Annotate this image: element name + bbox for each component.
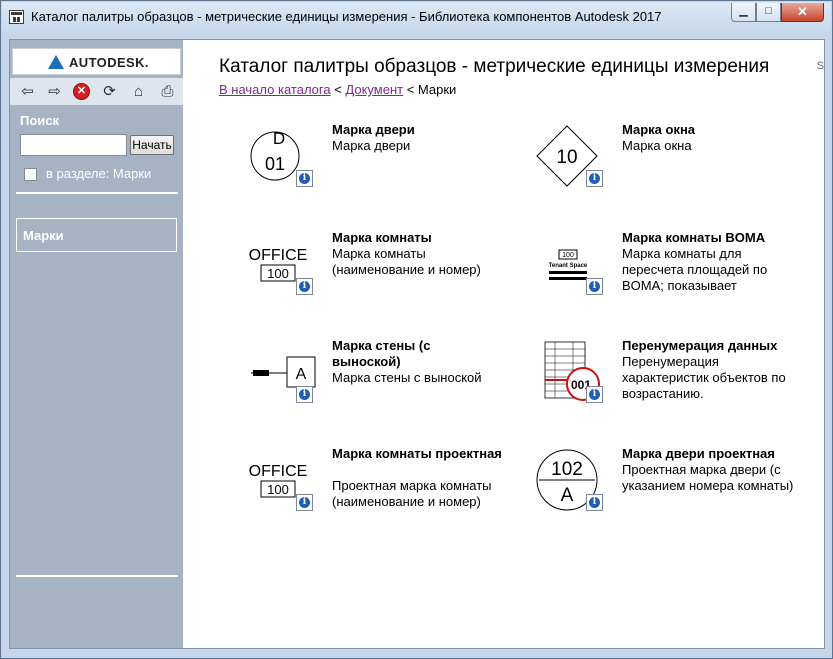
item-title[interactable]: Перенумерация данных [622,338,792,354]
wall-tag-letter: A [296,366,307,383]
home-icon[interactable]: ⌂ [130,83,147,100]
application-window: Каталог палитры образцов - метрические е… [0,0,833,659]
breadcrumb-separator: < [403,82,418,97]
info-icon[interactable] [296,494,313,511]
item-description: Марка стены с выноской [332,370,482,385]
catalog-item-wall-tag[interactable]: A Марка стены (с выноской) Марка стены с… [223,338,503,428]
item-title[interactable]: Марка комнаты проектная [332,446,502,462]
item-title[interactable]: Марка двери проектная [622,446,792,462]
room-tag-name: OFFICE [249,247,308,264]
sidebar-divider [16,192,178,194]
print-icon[interactable]: ⎙ [159,83,176,100]
sidebar-divider [16,575,178,577]
maximize-button[interactable]: □ [756,3,781,22]
item-description: Проектная марка двери (с указанием номер… [622,462,794,493]
window-tag-number: 10 [556,147,577,168]
item-description: Марка комнаты для пересчета площадей по … [622,246,768,293]
breadcrumb: В начало каталога < Документ < Марки [219,82,456,97]
back-icon[interactable]: ⇦ [19,83,36,100]
minimize-button[interactable]: ▁ [731,3,756,22]
item-title[interactable]: Марка комнаты [332,230,502,246]
catalog-item-room-tag[interactable]: OFFICE 100 Марка комнаты Марка комнаты (… [223,230,503,320]
item-title[interactable]: Марка окна [622,122,792,138]
door-tag-letter: D [273,129,285,148]
item-description: Перенумерация характеристик объектов по … [622,354,786,401]
info-icon[interactable] [296,170,313,187]
nav-toolbar: ⇦ ⇨ ✕ ⟳ ⌂ ⎙ [10,78,183,105]
door-tag-number: 01 [265,154,285,174]
search-button[interactable]: Начать [130,135,174,155]
project-door-tag-letter: A [561,485,574,506]
sidebar-item-marks[interactable]: Марки [16,218,177,252]
info-icon[interactable] [296,386,313,403]
project-room-tag-thumbnail[interactable]: OFFICE 100 [223,446,319,526]
catalog-item-project-room-tag[interactable]: OFFICE 100 Марка комнаты проектная Проек… [223,446,503,536]
project-door-tag-thumbnail[interactable]: 102 A [513,446,609,526]
item-title[interactable]: Марка двери [332,122,502,138]
breadcrumb-home-link[interactable]: В начало каталога [219,82,331,97]
content-frame: AUTODESK. ⇦ ⇨ ✕ ⟳ ⌂ ⎙ Поиск Начать в раз… [9,39,825,649]
info-icon[interactable] [296,278,313,295]
project-room-tag-number: 100 [267,482,289,497]
page-title: Каталог палитры образцов - метрические е… [219,56,770,77]
catalog-item-data-renumber[interactable]: 001 Перенумерация данных Перенумерация х… [513,338,793,428]
window-title: Каталог палитры образцов - метрические е… [31,9,662,24]
search-scope-label: в разделе: Марки [46,166,152,181]
stop-icon[interactable]: ✕ [73,83,90,100]
catalog-item-door-tag[interactable]: D 01 Марка двери Марка двери [223,122,503,212]
info-icon[interactable] [586,278,603,295]
door-tag-thumbnail[interactable]: D 01 [223,122,319,202]
project-room-tag-name: OFFICE [249,463,308,480]
info-icon[interactable] [586,494,603,511]
item-title[interactable]: Марка комнаты BOMA [622,230,792,246]
item-description: Марка двери [332,138,411,153]
item-description: Марка окна [622,138,692,153]
search-scope-checkbox[interactable] [24,168,37,181]
catalog-item-window-tag[interactable]: 10 Марка окна Марка окна [513,122,793,212]
scroll-edge: S [816,60,824,72]
autodesk-logo-text: AUTODESK. [69,55,149,70]
project-door-tag-room: 102 [551,459,583,480]
boma-tag-thumbnail[interactable]: 100 Tenant Space [513,230,609,310]
refresh-icon[interactable]: ⟳ [101,83,118,100]
search-input[interactable] [20,134,127,156]
breadcrumb-separator: < [330,82,346,97]
wall-tag-thumbnail[interactable]: A [223,338,319,418]
search-label: Поиск [20,113,60,128]
autodesk-logo: AUTODESK. [12,48,181,75]
close-button[interactable]: ✕ [781,3,824,22]
item-description: Марка комнаты (наименование и номер) [332,246,481,277]
autodesk-logo-mark [48,55,64,69]
boma-tag-number: 100 [562,252,574,259]
info-icon[interactable] [586,386,603,403]
main-content: Каталог палитры образцов - метрические е… [183,40,824,648]
app-icon[interactable] [9,10,24,24]
item-description: Проектная марка комнаты (наименование и … [332,478,492,509]
catalog-item-boma-room-tag[interactable]: 100 Tenant Space Марка комнаты BOMA Марк… [513,230,793,320]
item-title[interactable]: Марка стены (с выноской) [332,338,502,370]
catalog-item-project-door-tag[interactable]: 102 A Марка двери проектная Проектная ма… [513,446,793,536]
info-icon[interactable] [586,170,603,187]
sidebar: AUTODESK. ⇦ ⇨ ✕ ⟳ ⌂ ⎙ Поиск Начать в раз… [10,40,183,648]
boma-tag-name: Tenant Space [549,263,588,269]
room-tag-thumbnail[interactable]: OFFICE 100 [223,230,319,310]
room-tag-number: 100 [267,266,289,281]
breadcrumb-current: Марки [417,82,457,97]
renumber-thumbnail[interactable]: 001 [513,338,609,418]
breadcrumb-document-link[interactable]: Документ [345,82,403,97]
window-tag-thumbnail[interactable]: 10 [513,122,609,202]
forward-icon[interactable]: ⇨ [46,83,63,100]
title-bar[interactable]: Каталог палитры образцов - метрические е… [2,2,831,32]
